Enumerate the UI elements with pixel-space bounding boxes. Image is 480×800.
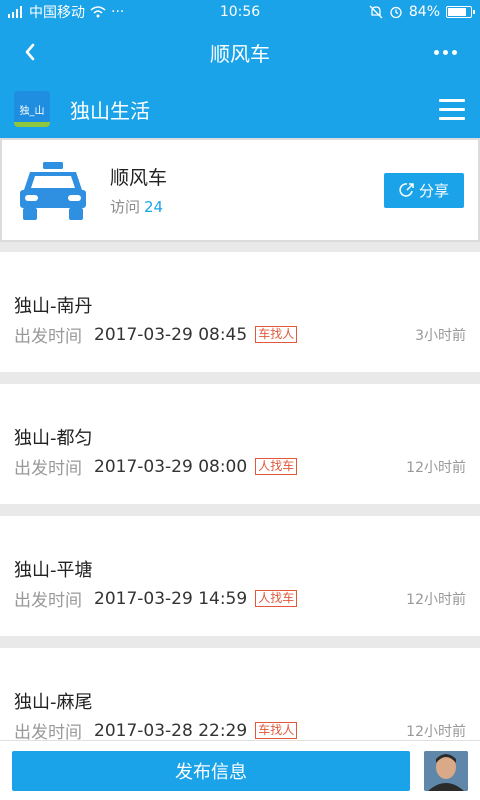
mute-icon	[369, 5, 383, 19]
category-header-card: 顺风车 访问 24 分享	[0, 138, 480, 242]
trip-route: 独山-平塘	[14, 560, 93, 581]
departure-time: 2017-03-29 08:00	[94, 456, 248, 477]
menu-button[interactable]	[424, 80, 480, 138]
trip-meta: 出发时间 2017-03-29 08:45 车找人	[14, 322, 298, 347]
more-dot	[442, 49, 448, 55]
app-bar: 独_山 独山生活	[0, 80, 480, 138]
trip-meta: 出发时间 2017-03-29 14:59 人找车	[14, 586, 298, 611]
taxi-icon	[20, 162, 86, 220]
app-logo[interactable]: 独_山	[14, 91, 50, 127]
battery-percent: 84%	[408, 4, 440, 20]
visit-count: 24	[144, 198, 164, 216]
share-label: 分享	[418, 181, 449, 200]
list-item[interactable]: 独山-平塘 出发时间 2017-03-29 14:59 人找车 12小时前	[0, 516, 480, 636]
trip-list: 独山-南丹 出发时间 2017-03-29 08:45 车找人 3小时前 独山-…	[0, 252, 480, 780]
trip-route: 独山-都匀	[14, 428, 93, 449]
trip-route: 独山-麻尾	[14, 692, 93, 713]
hamburger-icon	[439, 98, 465, 102]
hamburger-line	[439, 116, 465, 120]
share-button[interactable]: 分享	[384, 172, 464, 208]
page-title: 顺风车	[210, 41, 270, 66]
more-dot	[451, 49, 457, 55]
departure-time: 2017-03-29 08:45	[94, 324, 248, 345]
back-button[interactable]	[0, 24, 60, 80]
trip-route: 独山-南丹	[14, 296, 93, 317]
posted-ago: 12小时前	[406, 724, 466, 740]
logo-text: 独_山	[19, 105, 45, 117]
card-text: 顺风车 访问 24	[110, 163, 167, 217]
list-item[interactable]: 独山-都匀 出发时间 2017-03-29 08:00 人找车 12小时前	[0, 384, 480, 504]
status-right: 84%	[369, 4, 475, 20]
posted-ago: 12小时前	[406, 592, 466, 608]
carrier-name: 中国移动	[29, 5, 85, 21]
wifi-icon	[90, 6, 106, 18]
more-button[interactable]	[410, 24, 480, 80]
bottom-bar: 发布信息	[0, 740, 480, 800]
visit-count-row: 访问 24	[110, 196, 167, 217]
more-dots-icon: ···	[111, 4, 125, 20]
trip-type-badge: 车找人	[255, 722, 298, 739]
posted-ago: 3小时前	[415, 328, 466, 344]
avatar-icon	[424, 750, 468, 791]
departure-label: 出发时间	[14, 327, 82, 347]
departure-time: 2017-03-28 22:29	[94, 720, 248, 741]
chevron-left-icon	[25, 43, 35, 61]
departure-label: 出发时间	[14, 591, 82, 611]
signal-icon	[8, 6, 22, 18]
departure-label: 出发时间	[14, 459, 82, 479]
publish-button[interactable]: 发布信息	[12, 750, 410, 791]
posted-ago: 12小时前	[406, 460, 466, 476]
trip-type-badge: 人找车	[255, 458, 298, 475]
departure-time: 2017-03-29 14:59	[94, 588, 248, 609]
visit-label: 访问	[110, 198, 141, 216]
status-bar: 中国移动 ··· 10:56 84%	[0, 0, 480, 24]
trip-type-badge: 人找车	[255, 590, 298, 607]
battery-fill	[448, 8, 467, 16]
status-left: 中国移动 ···	[8, 2, 369, 22]
hamburger-line	[439, 107, 465, 111]
trip-meta: 出发时间 2017-03-29 08:00 人找车	[14, 454, 298, 479]
trip-type-badge: 车找人	[255, 326, 298, 343]
share-icon	[399, 183, 414, 197]
list-item[interactable]: 独山-南丹 出发时间 2017-03-29 08:45 车找人 3小时前	[0, 252, 480, 372]
title-bar: 顺风车	[0, 24, 480, 80]
avatar[interactable]	[424, 750, 468, 791]
alarm-icon	[390, 6, 402, 19]
app-name: 独山生活	[70, 98, 150, 123]
battery-icon	[446, 6, 475, 18]
more-dots-icon	[433, 49, 439, 55]
card-title: 顺风车	[110, 167, 168, 189]
